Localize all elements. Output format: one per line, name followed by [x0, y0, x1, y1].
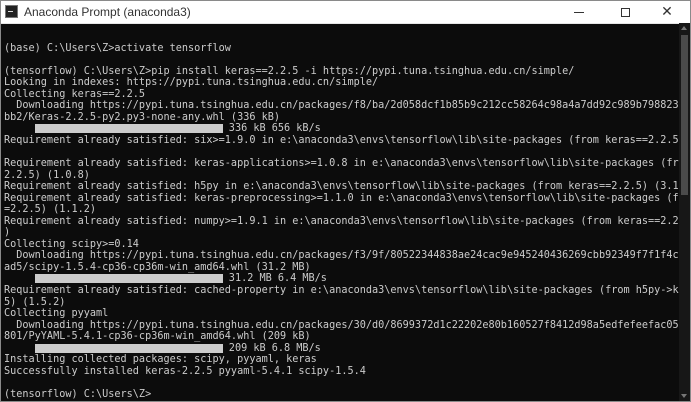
- terminal-icon: [5, 5, 18, 18]
- console-line: 2.2.5) (1.0.8): [4, 169, 90, 181]
- console-line: 31.2 MB 6.4 MB/s: [4, 273, 679, 285]
- console-line: bb2/Keras-2.2.5-py2.py3-none-any.whl (33…: [4, 111, 281, 123]
- console-line: ad5/scipy-1.5.4-cp36-cp36m-win_amd64.whl…: [4, 261, 311, 273]
- scroll-up-icon[interactable]: [681, 26, 687, 30]
- console-output[interactable]: (base) C:\Users\Z>activate tensorflow (te…: [4, 31, 679, 399]
- console-line: Collecting scipy>=0.14: [4, 238, 139, 250]
- console-line: =2.2.5) (1.1.2): [4, 204, 97, 216]
- progress-label: 31.2 MB 6.4 MB/s: [222, 273, 327, 285]
- console-line: Collecting keras==2.2.5: [4, 88, 146, 100]
- console-line: Requirement already satisfied: h5py in e…: [4, 181, 679, 193]
- console-line: (base) C:\Users\Z>activate tensorflow: [4, 42, 231, 54]
- console-line: Collecting pyyaml: [4, 308, 109, 320]
- console-line: Requirement already satisfied: six>=1.9.…: [4, 134, 679, 146]
- console-line: 336 kB 656 kB/s: [4, 123, 679, 135]
- progress-fill: [34, 343, 223, 353]
- close-button[interactable]: ✕: [644, 1, 690, 23]
- minimize-button[interactable]: [556, 1, 602, 23]
- progress-bar: [34, 343, 223, 355]
- console-line: Requirement already satisfied: cached-pr…: [4, 285, 679, 297]
- scroll-thumb[interactable]: [681, 35, 688, 195]
- console-line: (tensorflow) C:\Users\Z>pip install kera…: [4, 65, 575, 77]
- console-window: Anaconda Prompt (anaconda3) ✕ (base) C:\…: [0, 0, 691, 402]
- vertical-scrollbar[interactable]: [679, 23, 690, 401]
- console-line: Requirement already satisfied: keras-pre…: [4, 192, 679, 204]
- minimize-icon: [574, 11, 584, 13]
- progress-indent: [4, 123, 35, 134]
- progress-fill: [34, 124, 223, 134]
- console-line: Downloading https://pypi.tuna.tsinghua.e…: [4, 100, 679, 112]
- progress-label: 209 kB 6.8 MB/s: [222, 342, 321, 354]
- console-line: (tensorflow) C:\Users\Z>: [4, 388, 152, 399]
- progress-label: 336 kB 656 kB/s: [222, 123, 321, 135]
- maximize-icon: [620, 7, 630, 17]
- console-line: 801/PyYAML-5.4.1-cp36-cp36m-win_amd64.wh…: [4, 331, 311, 343]
- title-bar[interactable]: Anaconda Prompt (anaconda3) ✕: [1, 1, 690, 24]
- progress-fill: [34, 274, 223, 284]
- close-icon: ✕: [661, 4, 673, 20]
- progress-indent: [4, 273, 35, 284]
- console-line: 209 kB 6.8 MB/s: [4, 343, 679, 355]
- scroll-down-icon[interactable]: [681, 394, 687, 398]
- console-line: Installing collected packages: scipy, py…: [4, 354, 317, 366]
- console-line: Looking in indexes: https://pypi.tuna.ts…: [4, 77, 379, 89]
- progress-indent: [4, 343, 35, 354]
- console-line: Requirement already satisfied: keras-app…: [4, 158, 679, 170]
- window-title: Anaconda Prompt (anaconda3): [24, 5, 191, 19]
- progress-bar: [34, 123, 223, 135]
- progress-bar: [34, 273, 223, 285]
- console-line: 5) (1.5.2): [4, 296, 66, 308]
- maximize-button[interactable]: [602, 1, 648, 23]
- console-line: ): [4, 227, 11, 239]
- console-line: Downloading https://pypi.tuna.tsinghua.e…: [4, 319, 679, 331]
- console-line: Downloading https://pypi.tuna.tsinghua.e…: [4, 250, 679, 262]
- console-line: Requirement already satisfied: numpy>=1.…: [4, 215, 679, 227]
- console-line: Successfully installed keras-2.2.5 pyyam…: [4, 365, 366, 377]
